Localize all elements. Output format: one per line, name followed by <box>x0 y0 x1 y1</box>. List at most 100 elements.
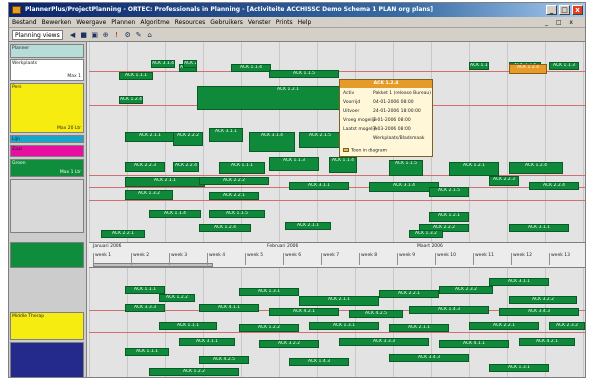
activity-bar[interactable]: ACK 1.4.3 <box>289 358 349 366</box>
activity-bar[interactable]: ACK 3.2.2 <box>509 296 577 304</box>
resource-row[interactable]: Zaal <box>10 145 84 157</box>
activity-bar[interactable]: ACK 2.1.5 <box>299 132 341 148</box>
resource-row[interactable] <box>10 342 84 377</box>
activity-bar[interactable]: ACK 1.2.1 <box>429 212 469 222</box>
activity-bar[interactable]: ACK 4.1.1 <box>199 304 259 312</box>
activity-bar[interactable]: ACK 2.2.2 <box>199 177 269 185</box>
activity-bar[interactable]: ACK 1.1.3 <box>549 62 579 70</box>
menu-item-9[interactable]: Help <box>298 19 312 26</box>
activity-bar[interactable]: ACK 1.1.4 <box>231 64 271 72</box>
activity-bar[interactable]: ACK 1.1.5 <box>389 160 423 176</box>
activity-bar[interactable]: ACK 2.1.1 <box>125 177 205 187</box>
activity-bar[interactable]: ACK 3.4.3 <box>499 308 579 316</box>
activity-bar[interactable]: ACK 3.2.2 <box>259 340 319 348</box>
activity-bar[interactable]: ACK 2.1.5 <box>429 187 469 197</box>
activity-bar[interactable]: ACK 1.2.1 <box>449 162 499 176</box>
toolbar-icon-2[interactable]: ▣ <box>90 30 100 40</box>
activity-bar[interactable]: ACK 2.2.2 <box>173 132 203 146</box>
menu-item-3[interactable]: Plannen <box>111 19 135 26</box>
resource-row[interactable]: Groen Max 1 Ltr <box>10 159 84 177</box>
activity-bar[interactable]: ACK 1.1.4 <box>149 210 201 218</box>
activity-bar[interactable]: ACK 4.2.5 <box>199 356 249 364</box>
activity-bar[interactable]: ACK 1.3.1 <box>309 322 379 330</box>
activity-bar[interactable]: ACK 2.2.3 <box>125 162 165 172</box>
activity-bar[interactable]: ACK 1.1.1 <box>119 72 153 80</box>
activity-bar[interactable]: ACK 3.1.1 <box>289 182 349 190</box>
activity-bar-selected[interactable]: ACK 1.2.4 <box>509 64 547 74</box>
activity-bar[interactable]: ACK 4.2.5 <box>349 310 403 318</box>
activity-bar[interactable]: ACK 1.2.2 <box>149 368 239 376</box>
activity-bar[interactable]: ACK 1.2.4 <box>119 96 143 104</box>
activity-bar[interactable]: ACK 1.4.3 <box>409 306 489 314</box>
activity-bar[interactable]: ACK 1.1.3 <box>269 157 319 171</box>
toolbar-icon-1[interactable]: ■ <box>79 30 89 40</box>
activity-bar[interactable]: ACK 1.1.1 <box>125 286 165 294</box>
activity-bar[interactable]: ACK 2.2.4 <box>173 162 199 172</box>
activity-bar[interactable]: ACK 2.2.1 <box>379 290 439 298</box>
activity-bar[interactable]: ACK 2.1.1 <box>389 324 449 332</box>
activity-bar[interactable]: ACK 3.3.3 <box>339 338 429 346</box>
menu-item-1[interactable]: Bewerken <box>42 19 72 26</box>
activity-bar[interactable]: ACK 1.2.4 <box>199 224 251 232</box>
toolbar-icon-7[interactable]: ⌂ <box>145 30 155 40</box>
minimize-button[interactable]: _ <box>546 5 557 15</box>
activity-bar[interactable]: ACK 4.1.1 <box>439 340 509 348</box>
menu-item-4[interactable]: Algoritme <box>140 19 169 26</box>
activity-bar[interactable]: ACK 1.1.5 <box>269 70 339 78</box>
activity-bar[interactable]: ACK 2.3.2 <box>439 286 493 294</box>
resource-row[interactable]: Planner <box>10 44 84 58</box>
resource-row[interactable]: Werkplaats Max 1 <box>10 59 84 81</box>
gantt-top-grid[interactable]: ACK 1.1.1ACK 1.1.3ACK 1.1.4ACK 1.1.5ACK … <box>89 42 585 242</box>
activity-bar[interactable]: ACK 4.2.1 <box>519 338 575 346</box>
toolbar-icon-4[interactable]: ! <box>112 30 122 40</box>
activity-bar[interactable]: ACK 1.1.1 <box>125 348 169 356</box>
activity-bar[interactable]: ACK 2.1.1 <box>125 132 175 142</box>
activity-bar[interactable]: ACK 1.2.2 <box>239 324 299 332</box>
activity-bar[interactable]: ACK 3.1.1 <box>489 278 549 286</box>
view-select[interactable]: Planning views <box>12 29 63 40</box>
toolbar-icon-3[interactable]: ⊕ <box>101 30 111 40</box>
resource-row[interactable]: Lijn <box>10 135 84 143</box>
menu-item-0[interactable]: Bestand <box>12 19 37 26</box>
activity-bar[interactable]: ACK 4.2.1 <box>269 308 339 316</box>
menu-item-2[interactable]: Weergave <box>76 19 106 26</box>
activity-bar[interactable]: ACK 3.1.1 <box>209 128 243 142</box>
activity-bar[interactable]: ACK 1.3.2 <box>409 230 443 238</box>
activity-bar[interactable]: ACK 2.2.1 <box>469 322 539 330</box>
menu-item-5[interactable]: Resources <box>175 19 206 26</box>
activity-bar[interactable]: ACK 2.3.2 <box>549 322 585 330</box>
activity-bar[interactable]: ACK 1.1.5 <box>209 210 265 218</box>
activity-bar[interactable]: ACK 2.2.1 <box>209 192 259 200</box>
menu-item-7[interactable]: Venster <box>248 19 271 26</box>
activity-bar[interactable]: ACK 3.1.1 <box>509 224 569 232</box>
activity-bar[interactable]: ACK 2.1.1 <box>299 296 379 306</box>
activity-bar[interactable]: ACK 3.4.3 <box>389 354 469 362</box>
activity-bar[interactable]: ACK 1.1.1 <box>469 62 489 70</box>
activity-bar[interactable]: ACK 1.1.1 <box>159 322 217 330</box>
activity-bar[interactable]: ACK 3.1.4 <box>249 132 295 152</box>
activity-bar[interactable]: ACK 3.1.4 <box>151 60 175 68</box>
close-button[interactable]: x <box>572 5 583 15</box>
toolbar-icon-5[interactable]: ⚙ <box>123 30 133 40</box>
activity-bar[interactable]: ACK 1.2.2 <box>159 294 195 302</box>
activity-bar[interactable]: ACK 3.3.3 <box>125 304 165 312</box>
menu-item-8[interactable]: Prints <box>276 19 293 26</box>
activity-bar[interactable]: ACK 1.1.1 <box>219 162 265 174</box>
activity-bar[interactable]: ACK 2.2.3 <box>489 176 519 186</box>
activity-bar[interactable]: ACK 2.2.4 <box>529 182 579 190</box>
popup-link[interactable]: Toon in diagram <box>343 147 387 153</box>
activity-bar[interactable]: ACK 2.1.1 <box>285 222 331 230</box>
toolbar-icon-6[interactable]: ✎ <box>134 30 144 40</box>
horizontal-scrollbar[interactable] <box>93 263 213 267</box>
maximize-button[interactable]: □ <box>559 5 570 15</box>
activity-bar[interactable]: ACK 3.1.1 <box>179 338 235 346</box>
activity-bar[interactable]: ACK 1.3.1 <box>489 364 549 372</box>
activity-bar[interactable]: ACK 1.3.1 <box>239 288 299 296</box>
gantt-bottom-grid[interactable]: ACK 1.1.1 ACK 1.2.2 ACK 1.3.1 ACK 2.1.1 ACK … <box>89 268 585 377</box>
activity-bar[interactable]: ACK 1.2.4 <box>509 162 563 174</box>
toolbar-icon-0[interactable]: ◀ <box>68 30 78 40</box>
activity-bar[interactable]: ACK 2.2.1 <box>101 230 145 238</box>
resource-row[interactable] <box>10 179 84 233</box>
menu-item-6[interactable]: Gebruikers <box>210 19 243 26</box>
mdi-window-controls[interactable]: _ □ x <box>545 17 576 28</box>
